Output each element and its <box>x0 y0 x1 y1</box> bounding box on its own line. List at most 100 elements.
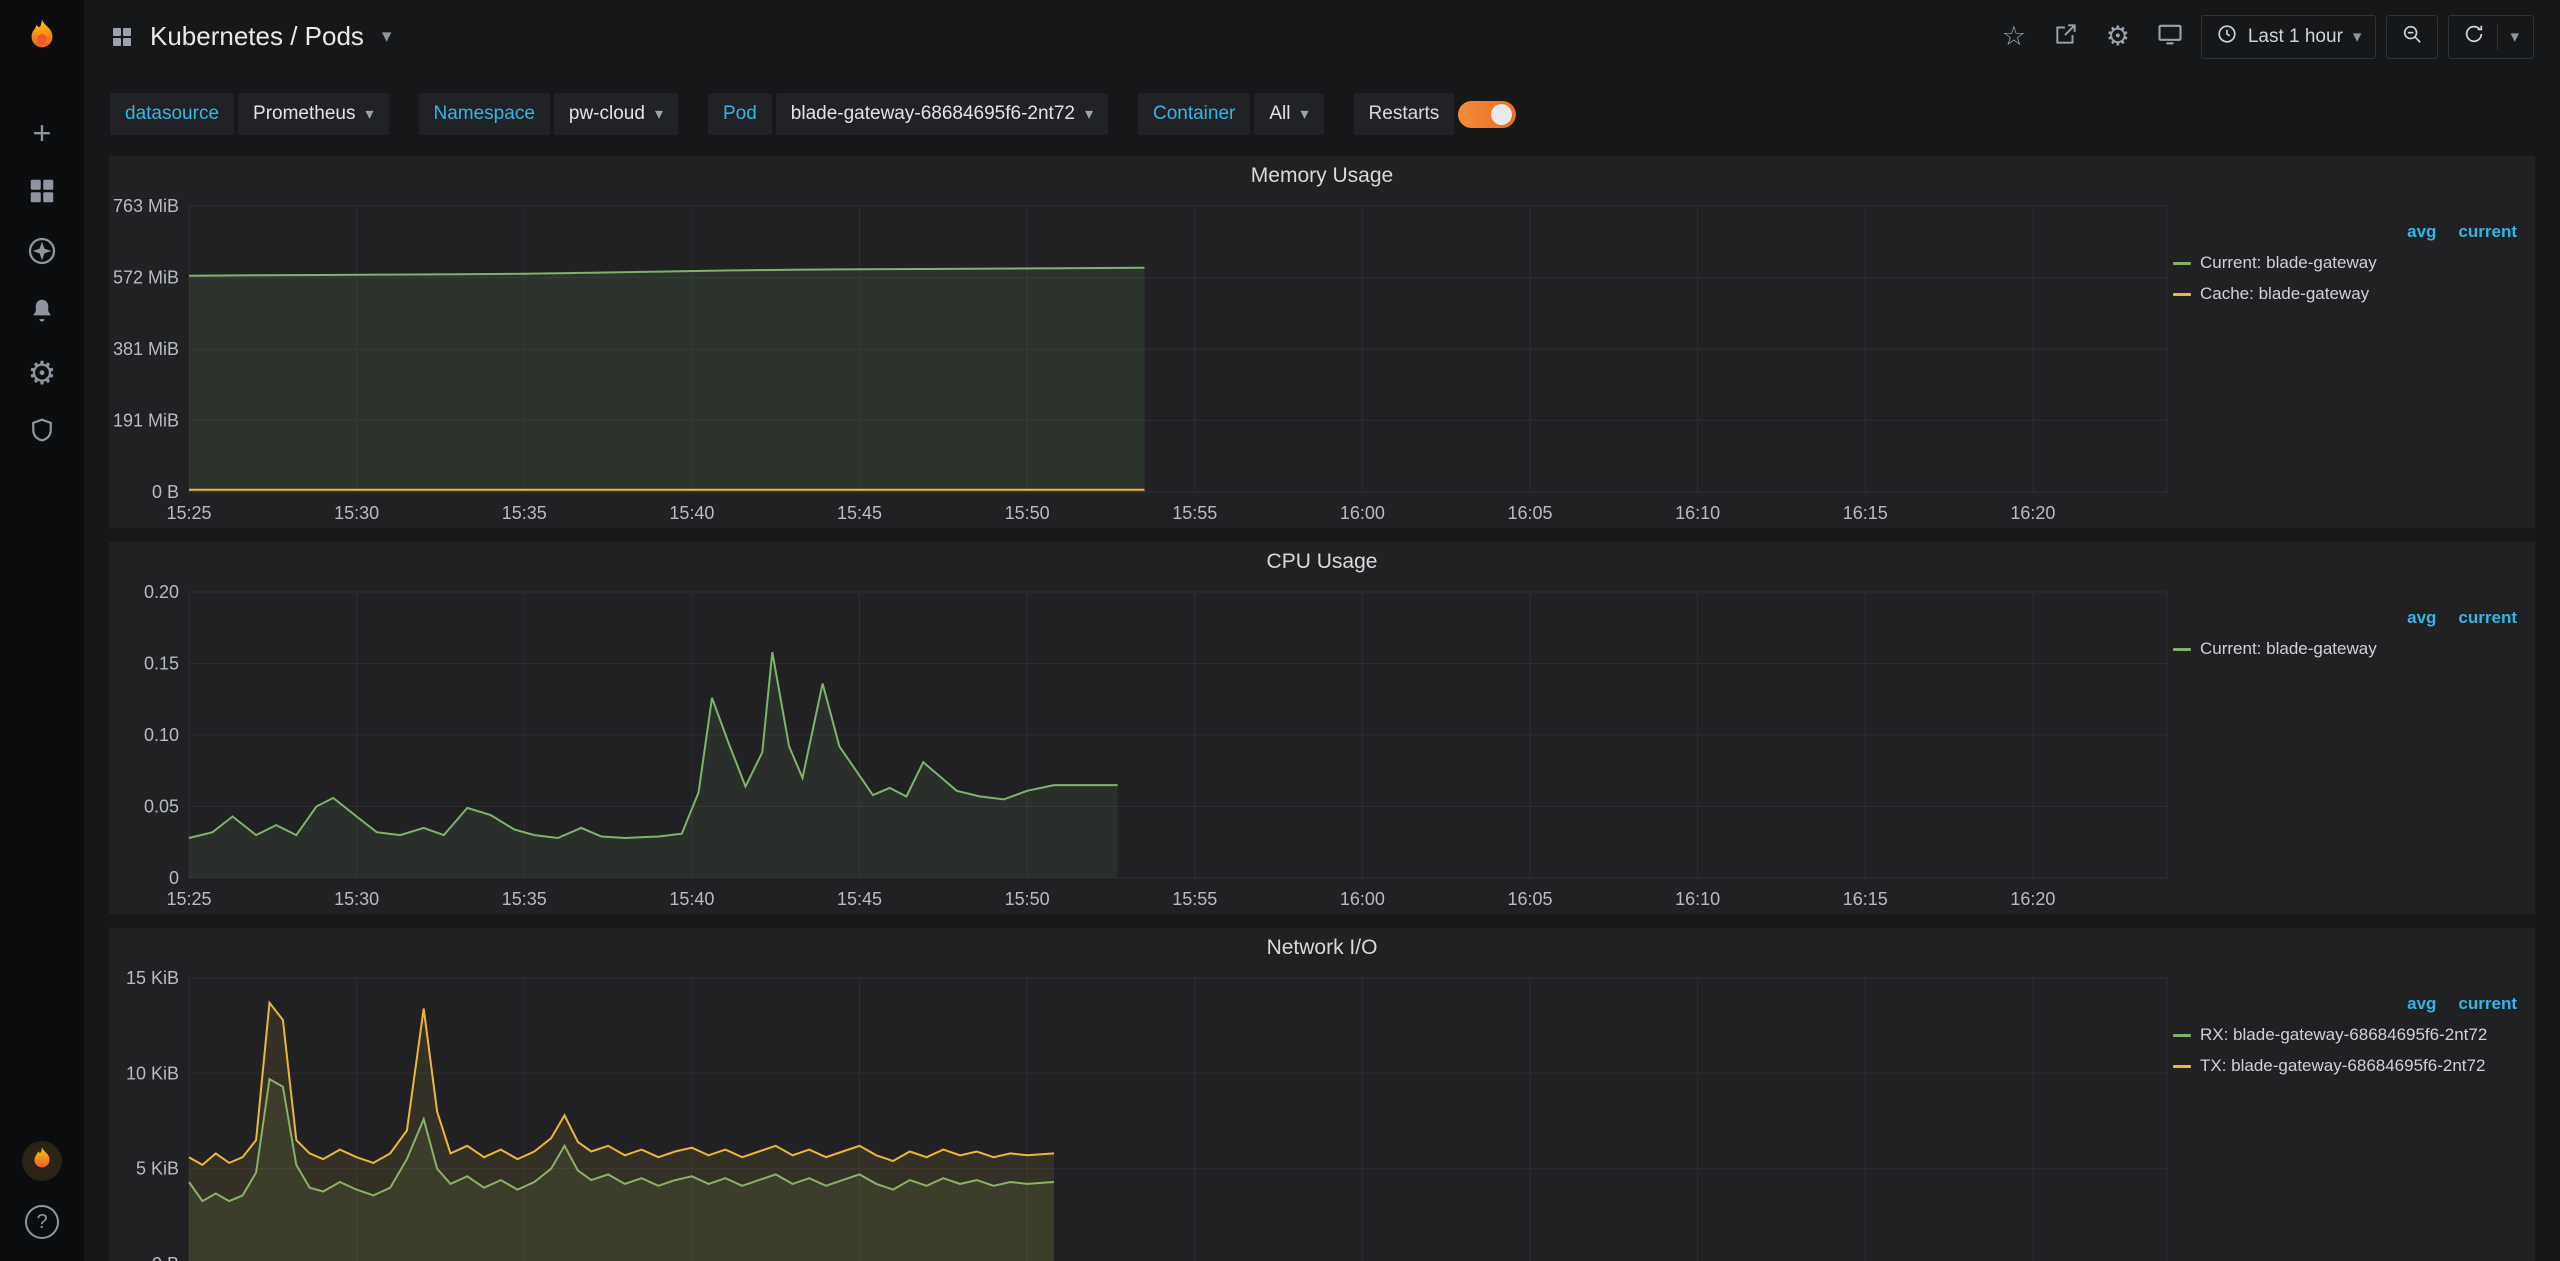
shield-icon <box>27 416 57 451</box>
legend-item[interactable]: RX: blade-gateway-68684695f6-2nt72 <box>2173 1025 2517 1045</box>
panel-title[interactable]: Memory Usage <box>109 156 2535 196</box>
dashboard-panels: Memory Usage 0 B 191 MiB 381 MiB 572 MiB 763… <box>84 155 2560 1261</box>
svg-text:15:30: 15:30 <box>334 889 379 909</box>
chevron-down-icon: ▾ <box>2353 27 2362 47</box>
filter-namespace: Namespace pw-cloud ▾ <box>419 93 678 135</box>
filter-container-value: All <box>1269 103 1290 125</box>
svg-text:15:50: 15:50 <box>1005 503 1050 523</box>
time-range-picker[interactable]: Last 1 hour ▾ <box>2201 15 2377 59</box>
svg-text:15:50: 15:50 <box>1005 889 1050 909</box>
grafana-logo-icon[interactable] <box>18 14 66 62</box>
legend-sort-current[interactable]: current <box>2458 222 2517 242</box>
sidebar-item-dashboards[interactable] <box>22 174 62 212</box>
legend-item[interactable]: Current: blade-gateway <box>2173 253 2517 273</box>
filter-namespace-select[interactable]: pw-cloud ▾ <box>554 93 678 135</box>
series-swatch-icon <box>2173 1065 2191 1068</box>
legend: avg current RX: blade-gateway-68684695f6… <box>2173 968 2535 1261</box>
svg-text:10 KiB: 10 KiB <box>126 1063 179 1083</box>
star-icon: ☆ <box>2002 23 2026 50</box>
panel-title[interactable]: CPU Usage <box>109 542 2535 582</box>
svg-text:0 B: 0 B <box>152 1254 179 1261</box>
panel-memory-usage: Memory Usage 0 B 191 MiB 381 MiB 572 MiB 763… <box>108 155 2536 529</box>
svg-text:16:05: 16:05 <box>1507 889 1552 909</box>
chart-canvas[interactable]: 0 B191 MiB381 MiB572 MiB763 MiB15:2515:3… <box>109 196 2173 528</box>
filter-container-select[interactable]: All ▾ <box>1254 93 1323 135</box>
dashboard-grid-icon <box>110 25 134 49</box>
dashboard-settings-button[interactable]: ⚙ <box>2097 16 2139 58</box>
svg-text:15:45: 15:45 <box>837 889 882 909</box>
filter-datasource-select[interactable]: Prometheus ▾ <box>238 93 388 135</box>
svg-text:763 MiB: 763 MiB <box>113 196 179 216</box>
chevron-down-icon: ▾ <box>655 104 663 124</box>
series-name: RX: blade-gateway-68684695f6-2nt72 <box>2200 1025 2487 1045</box>
sidebar-item-server-admin[interactable] <box>22 414 62 452</box>
chevron-down-icon: ▾ <box>365 104 373 124</box>
sidebar-item-alerting[interactable] <box>22 294 62 332</box>
svg-text:572 MiB: 572 MiB <box>113 268 179 288</box>
help-icon: ? <box>36 1211 47 1234</box>
clock-icon <box>2216 23 2238 51</box>
refresh-icon <box>2463 23 2485 51</box>
dashboard-title-button[interactable]: Kubernetes / Pods ▾ <box>110 21 391 52</box>
sidebar-item-configuration[interactable]: ⚙ <box>22 354 62 392</box>
svg-text:16:10: 16:10 <box>1675 889 1720 909</box>
legend: avg current Current: blade-gateway Cache:… <box>2173 196 2535 528</box>
refresh-picker[interactable]: ▾ <box>2448 15 2534 59</box>
svg-text:15:25: 15:25 <box>166 889 211 909</box>
help-button[interactable]: ? <box>25 1205 59 1239</box>
legend-item[interactable]: Cache: blade-gateway <box>2173 284 2517 304</box>
cpu-usage-chart[interactable]: 00.050.100.150.2015:2515:3015:3515:4015:… <box>109 582 2173 914</box>
legend-sort-current[interactable]: current <box>2458 994 2517 1014</box>
svg-text:381 MiB: 381 MiB <box>113 339 179 359</box>
chevron-down-icon: ▾ <box>1301 104 1309 124</box>
filter-pod-select[interactable]: blade-gateway-68684695f6-2nt72 ▾ <box>776 93 1108 135</box>
legend-item[interactable]: Current: blade-gateway <box>2173 639 2517 659</box>
restarts-toggle[interactable] <box>1458 101 1516 128</box>
svg-text:16:20: 16:20 <box>2010 503 2055 523</box>
navbar: Kubernetes / Pods ▾ ☆ ⚙ <box>84 0 2560 73</box>
legend-sort-current[interactable]: current <box>2458 608 2517 628</box>
svg-text:16:15: 16:15 <box>1843 503 1888 523</box>
svg-text:15:55: 15:55 <box>1172 503 1217 523</box>
chevron-down-icon: ▾ <box>382 25 392 48</box>
network-io-chart[interactable]: 0 B5 KiB10 KiB15 KiB15:2515:3015:3515:40… <box>109 968 2173 1261</box>
filter-container-label: Container <box>1138 93 1250 135</box>
gear-icon: ⚙ <box>2106 23 2130 50</box>
filter-namespace-value: pw-cloud <box>569 103 645 125</box>
legend-item[interactable]: TX: blade-gateway-68684695f6-2nt72 <box>2173 1056 2517 1076</box>
cycle-view-button[interactable] <box>2149 16 2191 58</box>
user-avatar[interactable] <box>22 1141 62 1181</box>
legend-sort-avg[interactable]: avg <box>2407 608 2436 628</box>
toggle-knob <box>1491 104 1512 125</box>
star-button[interactable]: ☆ <box>1993 16 2035 58</box>
legend-sort-avg[interactable]: avg <box>2407 222 2436 242</box>
filter-datasource-label: datasource <box>110 93 234 135</box>
svg-text:191 MiB: 191 MiB <box>113 410 179 430</box>
zoom-out-button[interactable] <box>2386 15 2438 59</box>
grafana-app: + ⚙ <box>0 0 2560 1261</box>
legend-sort-avg[interactable]: avg <box>2407 994 2436 1014</box>
svg-text:16:00: 16:00 <box>1340 889 1385 909</box>
chart-canvas[interactable]: 00.050.100.150.2015:2515:3015:3515:4015:… <box>109 582 2173 914</box>
svg-text:0 B: 0 B <box>152 482 179 502</box>
gear-icon: ⚙ <box>28 357 57 389</box>
legend: avg current Current: blade-gateway <box>2173 582 2535 914</box>
svg-text:16:05: 16:05 <box>1507 503 1552 523</box>
chevron-down-icon: ▾ <box>1085 104 1093 124</box>
series-swatch-icon <box>2173 648 2191 651</box>
panel-title[interactable]: Network I/O <box>109 928 2535 968</box>
share-button[interactable] <box>2045 16 2087 58</box>
bell-icon <box>27 296 57 331</box>
memory-usage-chart[interactable]: 0 B191 MiB381 MiB572 MiB763 MiB15:2515:3… <box>109 196 2173 528</box>
plus-icon: + <box>33 117 52 149</box>
restarts-label: Restarts <box>1354 93 1455 135</box>
series-name: Current: blade-gateway <box>2200 639 2377 659</box>
chart-canvas[interactable]: 0 B5 KiB10 KiB15 KiB15:2515:3015:3515:40… <box>109 968 2173 1261</box>
share-icon <box>2053 21 2079 52</box>
svg-text:15:30: 15:30 <box>334 503 379 523</box>
sidebar-item-create[interactable]: + <box>22 114 62 152</box>
panel-network-io: Network I/O 0 B5 KiB10 KiB15 KiB15:2515:… <box>108 927 2536 1261</box>
sidebar-item-explore[interactable] <box>22 234 62 272</box>
filter-pod: Pod blade-gateway-68684695f6-2nt72 ▾ <box>708 93 1108 135</box>
time-range-label: Last 1 hour <box>2248 26 2343 48</box>
